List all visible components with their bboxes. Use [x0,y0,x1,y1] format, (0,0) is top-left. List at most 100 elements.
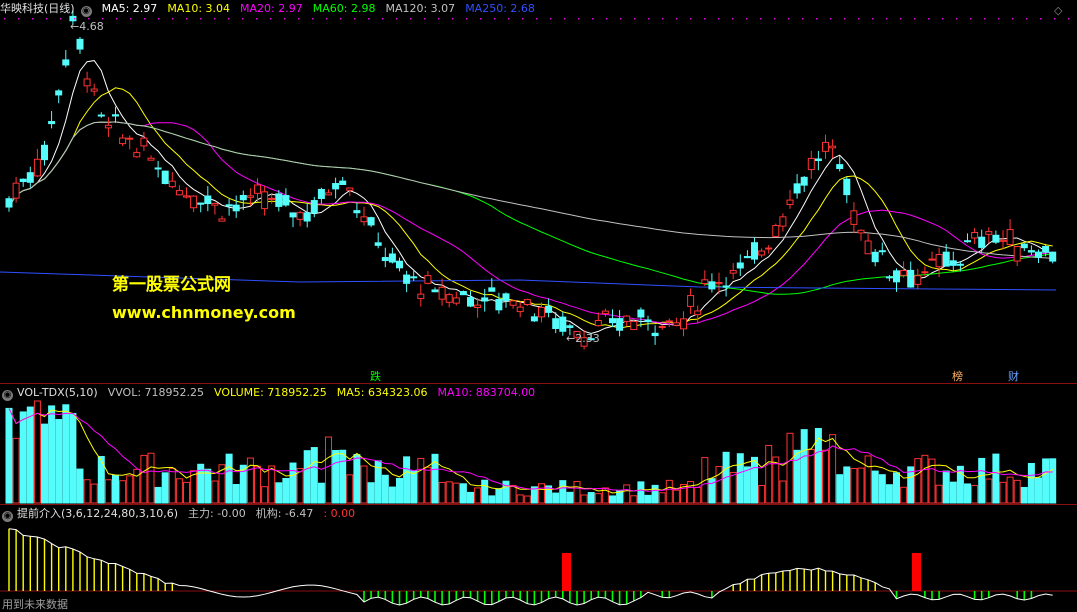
dot-marker [802,18,804,20]
dot-marker [228,18,230,20]
signal-indicator-name: 提前介入(3,6,12,24,80,3,10,6) [17,507,179,520]
volume-bar [62,404,70,504]
volume-bar [76,468,84,504]
candle [516,306,524,313]
volume-panel[interactable]: ◉ VOL-TDX(5,10) VVOL: 718952.25 VOLUME: 718… [0,384,1077,505]
volume-bar [829,434,837,504]
volume-bar [459,483,467,504]
candlestick-chart[interactable] [0,0,1077,384]
volume-chart[interactable] [0,384,1077,505]
candle [190,195,198,209]
dot-marker [200,18,202,20]
candle [445,294,453,303]
candle [183,195,190,198]
dot-marker [60,18,62,20]
candle [594,320,602,327]
volume-bar [992,453,1000,504]
volume-bar [12,437,20,504]
diamond-icon[interactable]: ◇ [1054,4,1062,17]
event-tag-3[interactable]: 财 [1008,368,1019,384]
stock-name: 华映科技(日线) [0,2,75,15]
dot-marker [648,18,650,20]
dot-marker [830,18,832,20]
candle [175,190,183,196]
volume-bar [282,477,290,504]
candle [765,247,773,250]
collapse-icon[interactable]: ◉ [2,511,13,522]
event-tag-1[interactable]: 跌 [370,368,381,384]
volume-bar [19,411,27,504]
dot-marker [116,18,118,20]
candle [381,257,389,262]
dot-marker [998,18,1000,20]
candle [417,293,425,300]
volume-bar [310,447,318,504]
volume-bar [864,455,872,504]
candle [12,182,20,199]
volume-bar [55,418,63,504]
candle [161,170,169,185]
event-tag-2[interactable]: 榜 [952,368,963,384]
candle [133,152,141,158]
dot-marker [172,18,174,20]
volume-bar [396,477,403,504]
signal-marker [562,553,571,591]
volume-bar [509,485,517,504]
volume-bar [729,471,737,504]
volume-bar [949,481,957,504]
dot-marker [354,18,356,20]
dot-marker [480,18,482,20]
volume-bar [843,466,851,504]
volume-bar [893,472,900,504]
candle [62,59,70,66]
candle [772,224,780,237]
dot-marker [438,18,440,20]
candle [332,183,340,190]
volume-bar [317,482,325,504]
dot-marker [592,18,594,20]
candle [552,318,560,330]
candle [452,297,460,304]
candle [807,157,815,171]
legend-item: MA20: 2.97 [240,2,303,15]
volume-bar [999,481,1007,504]
volume-bar [5,407,13,504]
volume-bar [878,474,886,504]
volume-bar [104,479,112,504]
volume-bar [303,450,311,504]
signal-header: ◉ 提前介入(3,6,12,24,80,3,10,6) 主力: -0.00 机构: -… [0,506,363,522]
candle [857,229,865,234]
dot-marker [634,18,636,20]
candle [97,114,105,117]
watermark-url: www.chnmoney.com [112,303,296,322]
volume-bar [183,481,190,504]
volume-bar [964,483,971,504]
future-data-note: 用到未来数据 [2,598,68,611]
signal-panel[interactable]: ◉ 提前介入(3,6,12,24,80,3,10,6) 主力: -0.00 机构: -… [0,505,1077,612]
collapse-icon[interactable]: ◉ [80,6,92,17]
dot-marker [1068,18,1070,20]
volume-bar [112,474,119,504]
candle [530,316,538,322]
volume-bar [594,493,602,504]
dot-marker [452,18,454,20]
price-panel[interactable]: 华映科技(日线) ◉ MA5: 2.97 MA10: 3.04 MA20: 2.97 MA… [0,0,1077,384]
candle [729,270,737,274]
candle [1027,250,1035,253]
volume-bar [630,495,638,504]
volume-bar [268,465,276,504]
dot-marker [620,18,622,20]
dot-marker [18,18,20,20]
candle [502,293,510,301]
candle [495,298,503,311]
collapse-icon[interactable]: ◉ [2,390,13,401]
candle [1013,246,1021,262]
candle [104,124,112,129]
volume-bar [786,432,794,504]
candle [410,276,418,279]
legend-item: MA5: 634323.06 [336,386,428,399]
candle [353,210,361,214]
volume-bar [694,486,702,504]
volume-bar [388,486,396,504]
candle [736,262,744,269]
